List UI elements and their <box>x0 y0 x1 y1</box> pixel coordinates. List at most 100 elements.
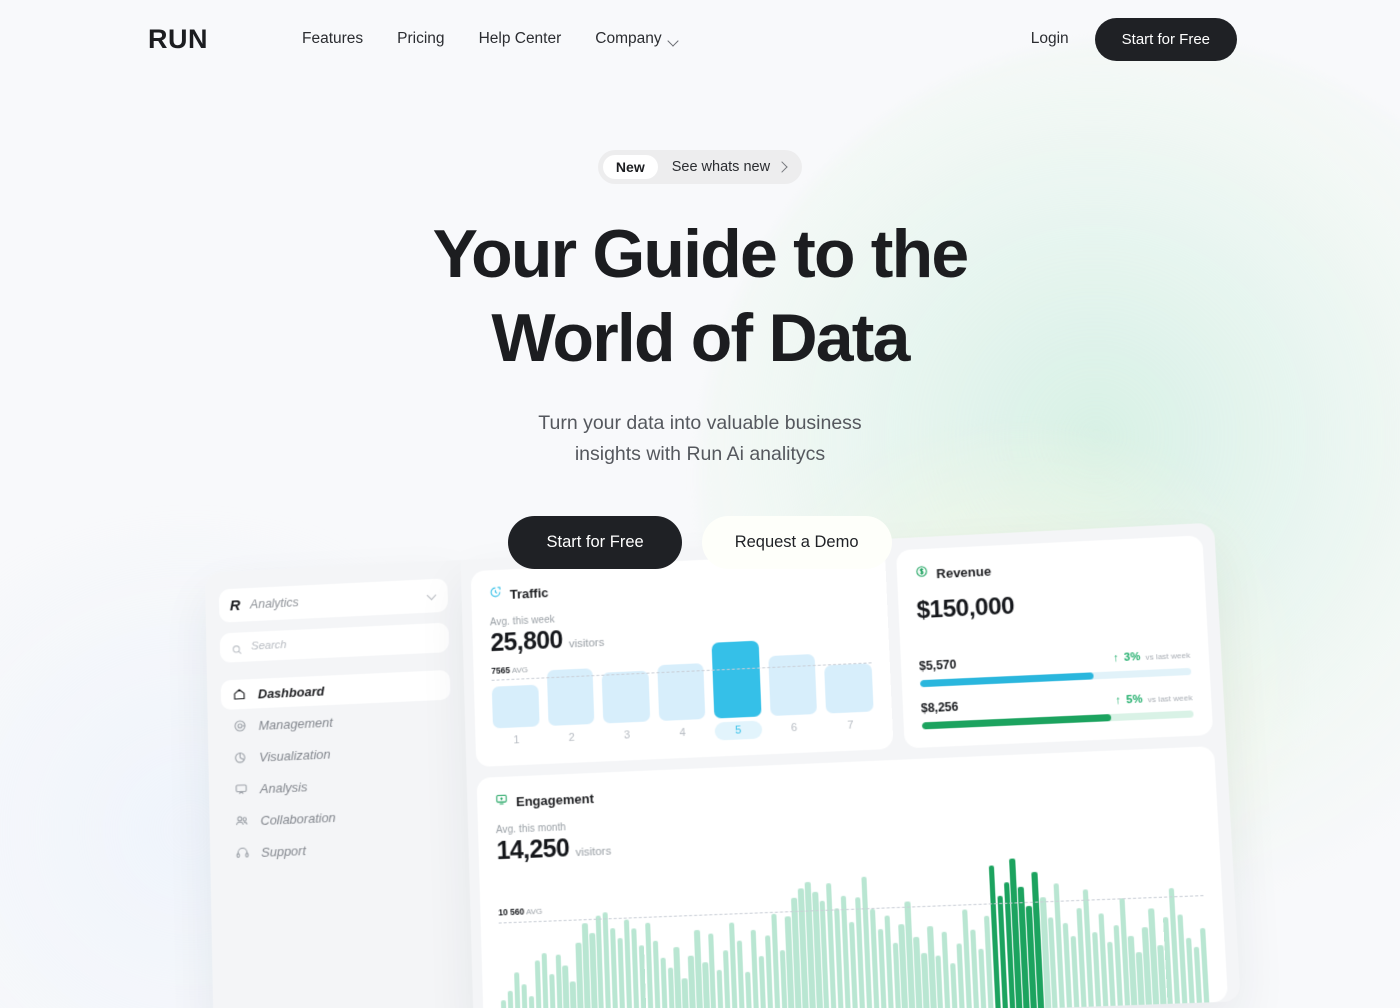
new-badge: New <box>603 155 658 179</box>
workspace-logo: R <box>230 597 241 614</box>
brand-logo[interactable]: RUN <box>148 24 208 55</box>
headline-line-1: Your Guide to the <box>433 216 968 292</box>
traffic-x-label: 4 <box>659 726 706 740</box>
header-actions: Login Start for Free <box>1031 18 1237 61</box>
engagement-avg-suffix: AVG <box>526 907 543 917</box>
users-icon <box>234 813 249 829</box>
revenue-row-pct: 5% <box>1126 693 1143 706</box>
hero-start-for-free-button[interactable]: Start for Free <box>508 516 681 569</box>
traffic-x-label: 6 <box>771 721 818 735</box>
traffic-bar <box>492 685 539 729</box>
sidebar-nav: Dashboard Management Visualization Analy… <box>221 670 455 868</box>
traffic-bar-chart: 7565 AVG 1 2 3 4 5 6 7 <box>491 640 874 750</box>
engagement-bar <box>563 965 570 1008</box>
engagement-avg-value: 10 560 <box>498 906 524 917</box>
engagement-bar <box>501 1000 507 1008</box>
sidebar-item-label: Dashboard <box>258 683 325 701</box>
engagement-metric-unit: visitors <box>575 845 611 859</box>
engagement-bar <box>541 953 549 1008</box>
engagement-bar <box>570 981 577 1008</box>
pie-chart-icon <box>233 750 248 765</box>
revenue-total: $150,000 <box>916 584 1188 625</box>
hero-subtitle: Turn your data into valuable business in… <box>0 408 1400 470</box>
traffic-clock-icon <box>489 585 502 603</box>
engagement-bar <box>514 972 521 1008</box>
engagement-bar <box>674 947 682 1008</box>
revenue-row: $8,256 ↑ 5% vs last week <box>921 689 1194 729</box>
nav-label: Company <box>595 30 661 48</box>
nav-label: Help Center <box>479 30 562 48</box>
engagement-bar <box>745 972 752 1008</box>
engagement-screen-icon <box>495 793 508 812</box>
workspace-name: Analytics <box>250 590 418 612</box>
nav-item-pricing[interactable]: Pricing <box>397 30 444 48</box>
engagement-bar <box>737 941 746 1008</box>
hero-section: New See whats new Your Guide to the Worl… <box>0 78 1400 569</box>
login-link[interactable]: Login <box>1031 30 1069 48</box>
dashboard-top-row: Traffic Avg. this week 25,800 visitors 7… <box>471 535 1214 767</box>
traffic-avg-value: 7565 <box>491 665 510 676</box>
page-title: Your Guide to the World of Data <box>0 220 1400 372</box>
revenue-progress-fill <box>920 672 1093 687</box>
home-icon <box>231 687 246 702</box>
traffic-bars <box>491 629 874 728</box>
chevron-down-icon <box>669 37 680 44</box>
whats-new-label: See whats new <box>658 159 778 175</box>
traffic-avg-label: 7565 AVG <box>491 664 528 676</box>
revenue-row: $5,570 ↑ 3% vs last week <box>919 647 1192 688</box>
engagement-bar <box>549 974 556 1008</box>
subtitle-line-2: insights with Run Ai analitycs <box>0 439 1400 470</box>
headset-icon <box>235 845 250 861</box>
nav-label: Pricing <box>397 30 444 48</box>
sidebar-footer: Settings <box>227 997 460 1008</box>
whats-new-pill[interactable]: New See whats new <box>598 150 802 184</box>
sidebar-item-settings[interactable]: Settings <box>227 997 460 1008</box>
engagement-bar-chart: 10 560 AVG <box>497 852 1209 1008</box>
hero-cta-row: Start for Free Request a Demo <box>0 516 1400 569</box>
sidebar-item-label: Support <box>261 843 306 860</box>
engagement-bar <box>521 984 528 1008</box>
primary-nav: Features Pricing Help Center Company <box>302 30 680 48</box>
engagement-bars <box>497 852 1209 1008</box>
engagement-bar <box>970 929 979 1008</box>
traffic-bar <box>824 663 873 714</box>
engagement-bar <box>555 954 563 1008</box>
revenue-row-note: vs last week <box>1147 693 1192 704</box>
hero-request-demo-button[interactable]: Request a Demo <box>702 516 892 569</box>
traffic-avg-suffix: AVG <box>512 665 528 675</box>
nav-item-company[interactable]: Company <box>595 30 679 48</box>
sidebar-item-label: Collaboration <box>260 809 336 827</box>
nav-item-help-center[interactable]: Help Center <box>479 30 562 48</box>
site-header: RUN Features Pricing Help Center Company… <box>0 0 1400 78</box>
traffic-x-label: 7 <box>827 718 875 732</box>
nav-item-features[interactable]: Features <box>302 30 363 48</box>
engagement-card: Engagement Avg. this month 14,250 visito… <box>477 746 1229 1008</box>
traffic-card-header: Traffic <box>489 568 868 604</box>
arrow-up-icon: ↑ <box>1113 652 1119 664</box>
engagement-bar <box>652 941 660 1008</box>
subtitle-line-1: Turn your data into valuable business <box>538 412 861 434</box>
engagement-bar <box>750 930 759 1008</box>
workspace-switcher[interactable]: R Analytics <box>219 578 448 622</box>
traffic-bar <box>602 670 650 723</box>
traffic-bar <box>712 641 762 719</box>
dashboard-main: Traffic Avg. this week 25,800 visitors 7… <box>461 523 1241 1008</box>
engagement-bar <box>631 929 640 1008</box>
revenue-row-delta: ↑ 3% vs last week <box>1113 649 1191 665</box>
traffic-x-label: 3 <box>604 728 651 742</box>
engagement-card-title: Engagement <box>516 790 594 808</box>
engagement-bar <box>645 923 654 1008</box>
revenue-row-amount: $8,256 <box>921 700 959 716</box>
header-start-for-free-button[interactable]: Start for Free <box>1095 18 1237 61</box>
sidebar-search-input[interactable]: Search <box>220 623 450 663</box>
engagement-bar <box>535 960 542 1008</box>
dashboard-sidebar: R Analytics Search Dashboard Management … <box>205 560 474 1008</box>
chevron-right-icon <box>778 163 786 171</box>
sidebar-item-label: Management <box>258 714 333 732</box>
revenue-row-pct: 3% <box>1124 651 1141 664</box>
revenue-row-note: vs last week <box>1145 651 1190 662</box>
engagement-bar <box>682 978 689 1008</box>
traffic-x-label: 2 <box>548 731 595 745</box>
target-icon <box>232 718 247 733</box>
traffic-card-title: Traffic <box>510 585 549 602</box>
